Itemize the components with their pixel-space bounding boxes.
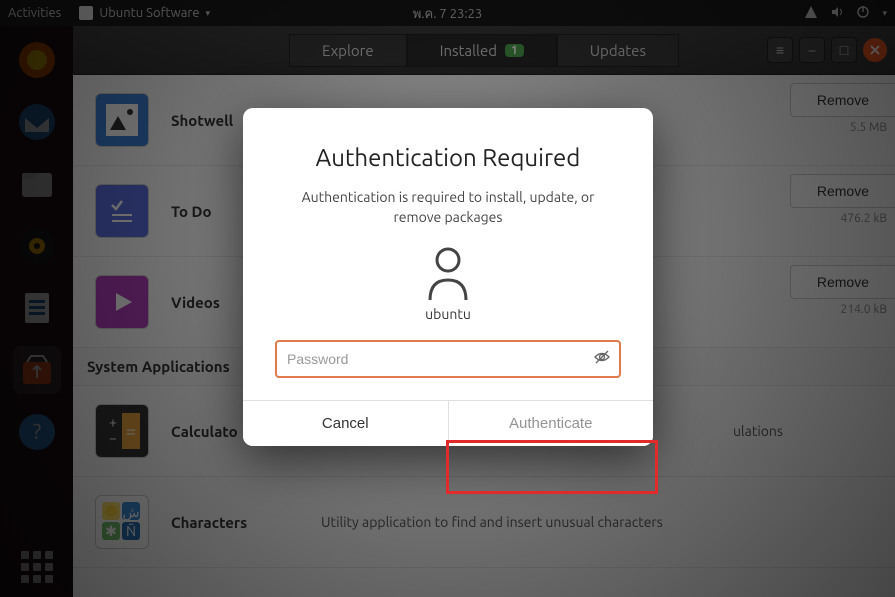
remove-button[interactable]: Remove: [790, 83, 895, 117]
app-desc: Utility application to find and insert u…: [321, 514, 873, 530]
tab-explore[interactable]: Explore: [289, 34, 407, 67]
maximize-button[interactable]: □: [831, 37, 857, 63]
view-switcher: Explore Installed 1 Updates: [289, 34, 679, 67]
clock[interactable]: พ.ค. 7 23:23: [413, 3, 482, 24]
headerbar: Explore Installed 1 Updates ≡ – □: [73, 26, 895, 75]
password-input[interactable]: [285, 350, 593, 368]
svg-text:−: −: [109, 430, 117, 446]
authenticate-button[interactable]: Authenticate: [448, 401, 654, 446]
cancel-button[interactable]: Cancel: [243, 401, 448, 446]
remove-button[interactable]: Remove: [790, 265, 895, 299]
app-icon: +−=: [95, 404, 149, 458]
close-button[interactable]: [863, 38, 887, 62]
chevron-down-icon[interactable]: ▾: [882, 8, 887, 19]
toggle-password-visibility-icon[interactable]: [593, 348, 611, 369]
app-row-characters[interactable]: ش ✱ Ñ Characters Utility application to fi…: [73, 477, 895, 568]
tab-updates[interactable]: Updates: [557, 34, 679, 67]
app-name: Characters: [171, 514, 321, 531]
auth-dialog-title: Authentication Required: [273, 144, 623, 171]
tab-explore-label: Explore: [322, 42, 374, 59]
volume-icon[interactable]: [830, 5, 844, 22]
minimize-button[interactable]: –: [799, 37, 825, 63]
svg-text:ش: ش: [122, 504, 139, 521]
tab-updates-label: Updates: [590, 42, 646, 59]
hamburger-menu[interactable]: ≡: [767, 37, 793, 63]
modal-backdrop-dock: [0, 26, 73, 597]
installed-badge: 1: [505, 44, 524, 57]
chevron-down-icon: ▾: [206, 8, 211, 19]
app-size: 5.5 MB: [850, 121, 887, 134]
app-icon: [95, 93, 149, 147]
app-size: 476.2 kB: [841, 212, 887, 225]
svg-text:+: +: [109, 414, 117, 430]
topbar: Activities Ubuntu Software ▾ พ.ค. 7 23:2…: [0, 0, 895, 26]
auth-dialog-actions: Cancel Authenticate: [243, 400, 653, 446]
svg-text:=: =: [126, 421, 136, 441]
remove-button[interactable]: Remove: [790, 174, 895, 208]
tab-installed[interactable]: Installed 1: [407, 34, 557, 67]
network-icon[interactable]: [804, 5, 818, 22]
app-size: 214.0 kB: [841, 303, 887, 316]
app-menu-label: Ubuntu Software: [99, 6, 199, 20]
tab-installed-label: Installed: [440, 42, 497, 59]
auth-username: ubuntu: [273, 306, 623, 322]
software-icon: [79, 6, 93, 20]
app-icon: [95, 275, 149, 329]
activities-button[interactable]: Activities: [8, 6, 61, 20]
app-menu[interactable]: Ubuntu Software ▾: [79, 6, 210, 20]
svg-text:Ñ: Ñ: [126, 522, 136, 539]
app-icon: ش ✱ Ñ: [95, 495, 149, 549]
auth-dialog: Authentication Required Authentication i…: [243, 108, 653, 446]
app-icon: [95, 184, 149, 238]
user-avatar-icon: [424, 246, 472, 302]
svg-text:✱: ✱: [105, 523, 117, 539]
auth-dialog-message: Authentication is required to install, u…: [288, 187, 608, 228]
password-field-wrap: [275, 340, 621, 378]
power-icon[interactable]: [856, 5, 870, 22]
